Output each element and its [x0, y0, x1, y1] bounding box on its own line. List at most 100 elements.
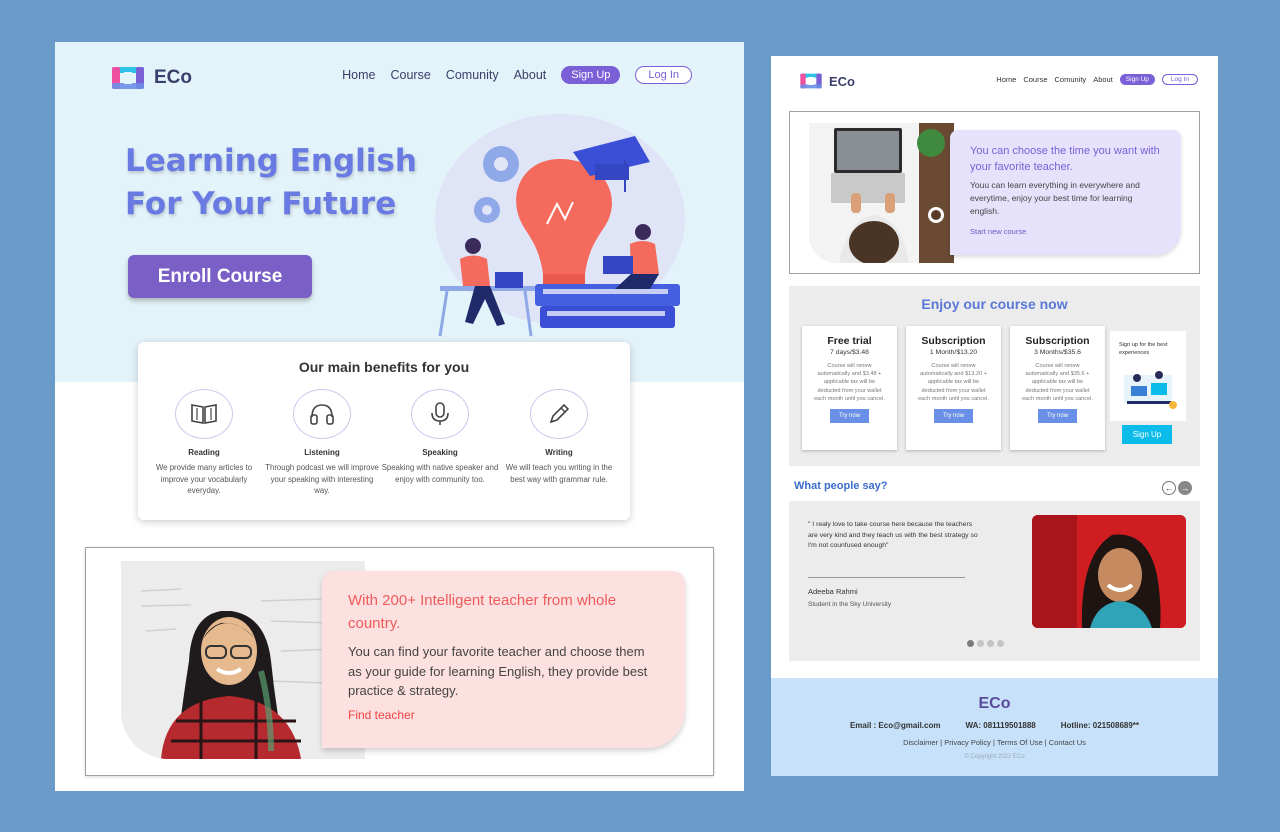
plan-title: Subscription	[1025, 335, 1090, 347]
login-button[interactable]: Log In	[635, 66, 692, 84]
benefits-card: Our main benefits for you Reading We pro…	[138, 342, 630, 520]
divider	[808, 577, 965, 578]
microphone-icon	[411, 389, 469, 439]
benefit-title: Reading	[188, 448, 220, 457]
plan-desc: Course will renew automatically and $3.4…	[814, 363, 885, 402]
start-course-link[interactable]: Start new course	[970, 227, 1161, 236]
benefit-desc: Through podcast we will improve your spe…	[265, 463, 379, 495]
nav-course[interactable]: Course	[391, 68, 431, 82]
carousel-dots	[967, 640, 1004, 647]
benefit-desc: We will teach you writing in the best wa…	[505, 463, 613, 484]
nav-about[interactable]: About	[1093, 75, 1113, 84]
nav-course[interactable]: Course	[1023, 75, 1047, 84]
testimonial-quote: " I realy love to take course here becau…	[808, 521, 978, 549]
choose-time-desc: Youu can learn everything in everywhere …	[970, 180, 1140, 216]
try-now-button[interactable]: Try now	[1037, 409, 1078, 424]
brand-name: ECo	[154, 67, 192, 88]
hero-section: ECo Home Course Comunity About Sign Up L…	[55, 42, 744, 382]
teachers-card: With 200+ Intelligent teacher from whole…	[322, 571, 685, 748]
benefit-title: Listening	[304, 448, 340, 457]
nav-community[interactable]: Comunity	[446, 68, 499, 82]
landing-page-second: ECo Home Course Comunity About Sign Up L…	[771, 56, 1218, 776]
team-illustration	[1124, 371, 1177, 409]
nav-home[interactable]: Home	[996, 75, 1016, 84]
footer-email[interactable]: Email : Eco@gmail.com	[850, 721, 941, 730]
testimonials-title: What people say?	[794, 480, 888, 492]
pencil-icon	[530, 389, 588, 439]
plan-title: Subscription	[921, 335, 986, 347]
hero-title-line2: For Your Future	[125, 186, 397, 222]
testimonial-card: " I realy love to take course here becau…	[789, 501, 1200, 661]
brand-name: ECo	[829, 73, 855, 89]
carousel-dot[interactable]	[967, 640, 974, 647]
testimonial-nav: ← →	[1162, 481, 1192, 495]
choose-time-title: You can choose the time you want with yo…	[970, 145, 1160, 173]
benefit-reading: Reading We provide many articles to impr…	[145, 389, 263, 497]
plan-title: Free trial	[827, 335, 872, 347]
lightbulb-study-illustration	[435, 114, 685, 337]
carousel-dot[interactable]	[997, 640, 1004, 647]
signup-promo-card: Sign up for the best experiences	[1110, 331, 1186, 421]
footer-contacts: Email : Eco@gmail.com WA: 081119501888 H…	[771, 721, 1218, 730]
find-teacher-link[interactable]: Find teacher	[348, 708, 659, 722]
footer-copyright: © Copyright 2022 ECo	[964, 754, 1025, 760]
footer-links[interactable]: Disclaimer | Privacy Policy | Terms Of U…	[771, 738, 1218, 747]
plan-desc: Course will renew automatically and $13.…	[918, 363, 989, 402]
logo-mark-icon	[112, 67, 144, 89]
benefit-desc: We provide many articles to improve your…	[155, 463, 253, 495]
logo-mark-icon	[800, 73, 822, 89]
enroll-course-button[interactable]: Enroll Course	[128, 255, 312, 298]
brand-logo[interactable]: ECo	[110, 64, 192, 92]
plan-price: 7 days/$3.48	[830, 349, 869, 356]
nav-home[interactable]: Home	[342, 68, 375, 82]
arrow-right-icon[interactable]: →	[1178, 481, 1192, 495]
headphones-icon	[293, 389, 351, 439]
plan-card-free-trial: Free trial 7 days/$3.48 Course will rene…	[802, 326, 897, 450]
try-now-button[interactable]: Try now	[933, 409, 974, 424]
promo-signup-button[interactable]: Sign Up	[1122, 425, 1172, 444]
pricing-section: Enjoy our course now Free trial 7 days/$…	[789, 286, 1200, 466]
plan-price: 1 Month/$13.20	[929, 349, 978, 356]
teachers-title: With 200+ Intelligent teacher from whole…	[348, 592, 617, 632]
top-nav: Home Course Comunity About Sign Up Log I…	[996, 74, 1198, 85]
hero-title: Learning English For Your Future	[125, 140, 417, 226]
footer: ECo Email : Eco@gmail.com WA: 0811195018…	[771, 678, 1218, 776]
pricing-title: Enjoy our course now	[921, 296, 1068, 312]
teachers-section: With 200+ Intelligent teacher from whole…	[85, 547, 714, 776]
hero-title-line1: Learning English	[125, 143, 417, 179]
nav-about[interactable]: About	[514, 68, 547, 82]
landing-page-desktop: ECo Home Course Comunity About Sign Up L…	[55, 42, 744, 791]
top-nav: Home Course Comunity About Sign Up Log I…	[342, 66, 692, 84]
arrow-left-icon[interactable]: ←	[1162, 481, 1176, 495]
plan-desc: Course will renew automatically and $35.…	[1022, 363, 1093, 402]
plan-card-monthly: Subscription 1 Month/$13.20 Course will …	[906, 326, 1001, 450]
benefit-desc: Speaking with native speaker and enjoy w…	[381, 463, 499, 484]
try-now-button[interactable]: Try now	[829, 409, 870, 424]
book-icon	[175, 389, 233, 439]
testimonial-photo	[1032, 515, 1186, 628]
plan-card-quarterly: Subscription 3 Months/$35.6 Course will …	[1010, 326, 1105, 450]
plan-price: 3 Months/$35.6	[1034, 349, 1081, 356]
choose-time-card: You can choose the time you want with yo…	[950, 130, 1181, 255]
testimonial-name: Adeeba Rahmi	[808, 587, 858, 596]
signup-button[interactable]: Sign Up	[561, 66, 621, 84]
signup-button[interactable]: Sign Up	[1119, 74, 1155, 85]
footer-brand: ECo	[978, 695, 1011, 712]
benefit-writing: Writing We will teach you writing in the…	[500, 389, 618, 485]
testimonial-school: Student in the Sky University	[808, 601, 892, 608]
nav-community[interactable]: Comunity	[1055, 75, 1087, 84]
footer-hotline[interactable]: Hotline: 021508689**	[1061, 721, 1139, 730]
benefit-title: Writing	[545, 448, 573, 457]
benefit-title: Speaking	[422, 448, 458, 457]
signup-promo-text: Sign up for the best experiences	[1119, 342, 1168, 356]
carousel-dot[interactable]	[987, 640, 994, 647]
benefits-title: Our main benefits for you	[298, 359, 470, 375]
choose-time-section: You can choose the time you want with yo…	[789, 111, 1200, 274]
benefit-speaking: Speaking Speaking with native speaker an…	[381, 389, 499, 485]
brand-logo[interactable]: ECo	[799, 71, 855, 91]
benefit-listening: Listening Through podcast we will improv…	[263, 389, 381, 497]
footer-wa[interactable]: WA: 081119501888	[965, 721, 1035, 730]
carousel-dot[interactable]	[977, 640, 984, 647]
teachers-desc: You can find your favorite teacher and c…	[348, 644, 648, 698]
login-button[interactable]: Log In	[1161, 74, 1198, 85]
